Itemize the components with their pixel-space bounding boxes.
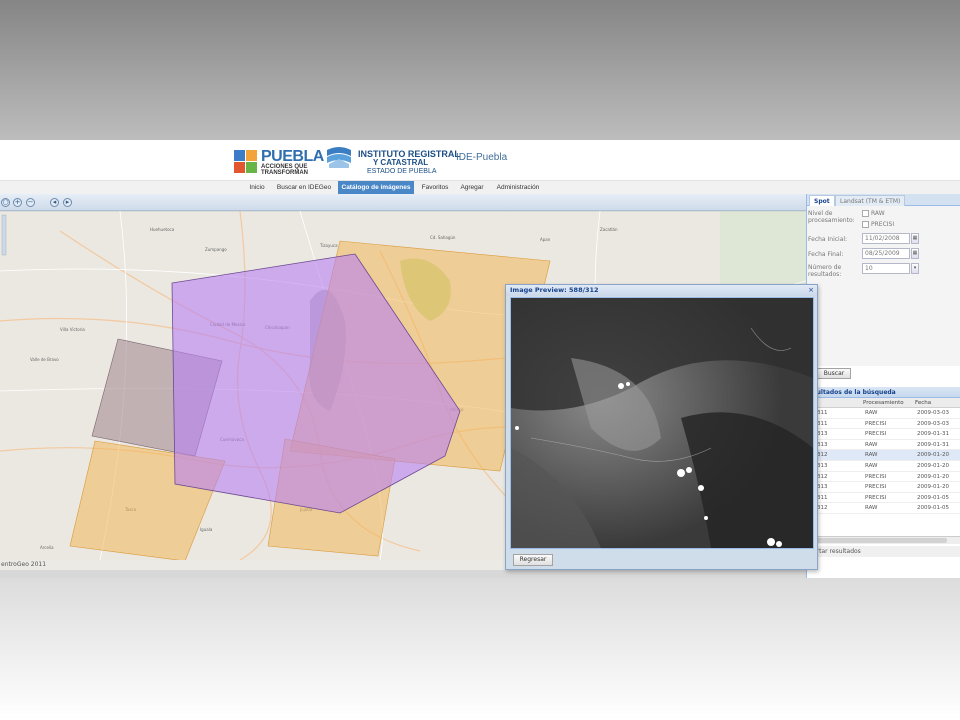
calendar-icon[interactable]: ▦ — [911, 248, 919, 259]
results-table: 311 RAW 2009-03-03 311 PRECISI 2009-03-03 31… — [807, 408, 960, 514]
table-row[interactable]: 313 RAW 2009-01-31 — [807, 440, 960, 451]
results-scrollbar[interactable] — [807, 536, 960, 544]
start-date-input[interactable]: 11/02/2008 — [862, 233, 910, 244]
table-row[interactable]: 311 PRECISI 2009-01-05 — [807, 493, 960, 504]
raw-checkbox[interactable] — [862, 210, 869, 217]
table-row[interactable]: 311 PRECISI 2009-03-03 — [807, 419, 960, 430]
table-row-selected[interactable]: 312 RAW 2009-01-20 — [807, 450, 960, 461]
search-panel: Spot Landsat (TM & ETM) Nivel de procesa… — [806, 194, 960, 578]
precisi-checkbox[interactable] — [862, 221, 869, 228]
tab-spot[interactable]: Spot — [809, 195, 835, 206]
panel-tabs: Spot Landsat (TM & ETM) — [807, 194, 960, 206]
irc-logo-line-3: ESTADO DE PUEBLA — [367, 168, 437, 175]
svg-text:Apan: Apan — [540, 237, 551, 242]
nav-item-favoritos[interactable]: Favoritos — [417, 181, 453, 195]
previous-extent-icon[interactable]: ◂ — [50, 198, 59, 207]
scrollbar-thumb[interactable] — [811, 538, 947, 543]
svg-text:Huehuetoca: Huehuetoca — [150, 227, 175, 232]
nav-item-administracion[interactable]: Administración — [492, 181, 544, 195]
svg-text:Iguala: Iguala — [200, 527, 213, 532]
irc-emblem-icon — [327, 147, 351, 168]
precisi-checkbox-label: PRECISI — [871, 221, 895, 228]
nav-item-agregar[interactable]: Agregar — [456, 181, 488, 195]
svg-text:Zumpango: Zumpango — [205, 247, 227, 252]
svg-text:Cd. Sahagún: Cd. Sahagún — [430, 235, 456, 240]
main-nav: Inicio Buscar en IDEGeo Catálogo de imág… — [0, 180, 960, 195]
zoom-out-icon[interactable]: − — [26, 198, 35, 207]
export-results-link[interactable]: ortar resultados — [807, 546, 960, 557]
results-title: esultados de la búsqueda — [807, 387, 960, 398]
end-date-label: Fecha Final: — [808, 251, 844, 258]
table-row[interactable]: 313 PRECISI 2009-01-20 — [807, 482, 960, 493]
start-date-label: Fecha Inicial: — [808, 236, 848, 243]
next-extent-icon[interactable]: ▸ — [63, 198, 72, 207]
end-date-input[interactable]: 08/25/2009 — [862, 248, 910, 259]
irc-logo-line-2: Y CATASTRAL — [373, 158, 429, 167]
preview-frame — [510, 297, 814, 549]
search-form: Nivel de procesamiento: RAW PRECISI Fech… — [807, 206, 960, 366]
satellite-preview-image — [511, 298, 813, 548]
dialog-title: Image Preview: 588/312 — [506, 285, 817, 296]
table-row[interactable]: 311 RAW 2009-03-03 — [807, 408, 960, 419]
tab-landsat[interactable]: Landsat (TM & ETM) — [835, 195, 906, 206]
svg-text:Tizayuca: Tizayuca — [319, 243, 338, 248]
svg-text:Arcelia: Arcelia — [40, 545, 54, 550]
nav-item-catalogo[interactable]: Catálogo de imágenes — [338, 181, 414, 195]
result-count-select[interactable]: 10 — [862, 263, 910, 274]
svg-text:Valle de Bravo: Valle de Bravo — [30, 357, 59, 362]
image-preview-dialog: Image Preview: 588/312 × Regresar — [505, 284, 818, 570]
table-row[interactable]: 313 RAW 2009-01-20 — [807, 461, 960, 472]
globe-icon[interactable]: ○ — [1, 198, 10, 207]
close-icon[interactable]: × — [807, 286, 815, 294]
calendar-icon[interactable]: ▦ — [911, 233, 919, 244]
bottom-backdrop — [0, 578, 960, 720]
site-header: PUEBLA ACCIONES QUE TRANSFORMAN INSTITUT… — [0, 140, 960, 180]
irc-logo[interactable]: INSTITUTO REGISTRAL Y CATASTRAL ESTADO D… — [325, 146, 460, 178]
results-header: Procesamiento Fecha — [807, 398, 960, 408]
svg-text:Villa Victoria: Villa Victoria — [60, 327, 85, 332]
puebla-logo-tagline: ACCIONES QUE TRANSFORMAN — [261, 164, 308, 176]
table-row[interactable]: 313 PRECISI 2009-01-31 — [807, 429, 960, 440]
back-button[interactable]: Regresar — [513, 554, 553, 566]
puebla-logo-squares-icon — [234, 150, 258, 174]
table-row[interactable]: 312 PRECISI 2009-01-20 — [807, 472, 960, 483]
zoom-in-icon[interactable]: + — [13, 198, 22, 207]
puebla-logo[interactable]: PUEBLA ACCIONES QUE TRANSFORMAN — [234, 148, 324, 176]
table-row[interactable]: 312 RAW 2009-01-05 — [807, 503, 960, 514]
svg-text:Zacatlán: Zacatlán — [600, 227, 618, 232]
processing-label: Nivel de procesamiento: — [808, 210, 855, 224]
top-backdrop — [0, 0, 960, 140]
result-count-label: Número de resultados: — [808, 264, 842, 278]
site-title: IDE-Puebla — [456, 152, 508, 163]
column-processing[interactable]: Procesamiento — [863, 398, 904, 408]
column-date[interactable]: Fecha — [915, 398, 931, 408]
map-toolbar: ○ + − ◂ ▸ — [0, 194, 806, 211]
chevron-down-icon[interactable]: ▾ — [911, 263, 919, 274]
raw-checkbox-label: RAW — [871, 210, 885, 217]
search-button[interactable]: Buscar — [817, 368, 851, 379]
nav-item-buscar[interactable]: Buscar en IDEGeo — [274, 181, 334, 195]
nav-item-inicio[interactable]: Inicio — [244, 181, 270, 195]
